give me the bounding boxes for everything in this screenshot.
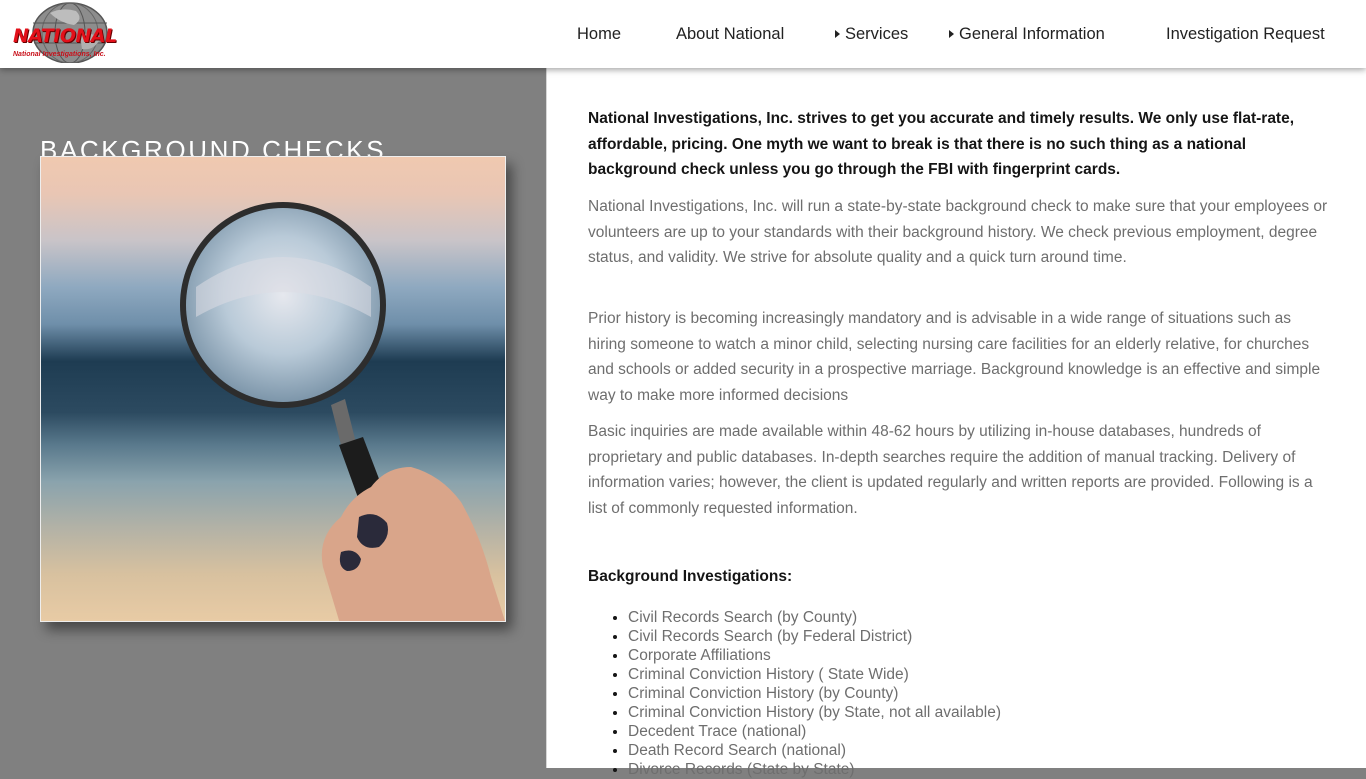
paragraph-inquiries: Basic inquiries are made available withi… [588,423,1313,518]
paragraph-services: National Investigations, Inc. will run a… [588,198,1328,267]
main-content: National Investigations, Inc. strives to… [546,68,1366,778]
magnifying-glass-photo [40,156,506,622]
magnifying-glass-icon [180,202,505,621]
list-item: Civil Records Search (by Federal Distric… [628,627,1001,646]
nav-home[interactable]: Home [577,22,621,46]
list-item: Decedent Trace (national) [628,722,1001,741]
paragraph-prior-history: Prior history is becoming increasingly m… [588,310,1321,405]
nav-general-information-label: General Information [959,25,1105,43]
main-nav: Home About National Services General Inf… [0,22,1366,46]
logo-subtext: National Investigations, Inc. [13,51,106,58]
list-item: Divorce Records (State by State) [628,760,1001,779]
caret-right-icon [835,30,840,38]
nav-services[interactable]: Services [835,22,908,46]
list-item: Criminal Conviction History ( State Wide… [628,665,1001,684]
nav-investigation-request[interactable]: Investigation Request [1166,22,1325,46]
nav-about[interactable]: About National [676,22,784,46]
nav-services-label: Services [845,25,909,43]
nav-general-information[interactable]: General Information [949,22,1105,46]
list-item: Criminal Conviction History (by State, n… [628,703,1001,722]
intro-text: National Investigations, Inc. strives to… [588,110,1295,179]
list-item: Death Record Search (national) [628,741,1001,760]
section-heading: Background Investigations: [588,568,793,585]
caret-right-icon [949,30,954,38]
list-item: Corporate Affiliations [628,646,1001,665]
list-item: Civil Records Search (by County) [628,608,1001,627]
background-investigations-list: Civil Records Search (by County) Civil R… [588,608,1001,779]
site-header: NATIONAL National Investigations, Inc. H… [0,0,1366,68]
list-item: Criminal Conviction History (by County) [628,684,1001,703]
